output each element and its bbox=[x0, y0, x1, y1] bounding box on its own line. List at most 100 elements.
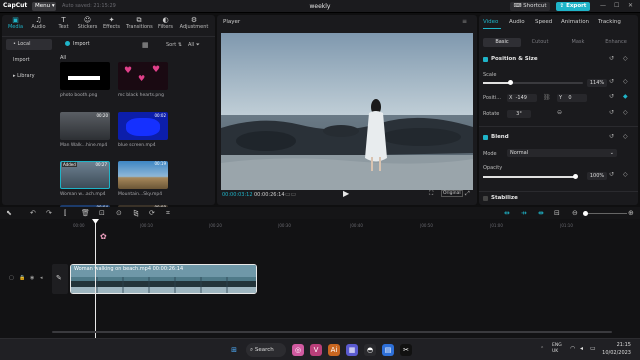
language-indicator[interactable]: ENG UK bbox=[552, 343, 566, 355]
capcut-taskbar-icon[interactable]: ✂ bbox=[400, 344, 412, 356]
fit-icon[interactable]: ⛶ bbox=[429, 190, 433, 198]
tab-transitions[interactable]: ⧉ Transitions bbox=[126, 16, 153, 30]
media-thumb-woman-walking[interactable]: Added 00:27 bbox=[60, 161, 110, 189]
mute-icon[interactable]: ◂ bbox=[40, 275, 43, 281]
tray-chevron-icon[interactable]: ⌃ bbox=[540, 346, 544, 352]
playhead[interactable] bbox=[95, 219, 96, 338]
app-icon-pink[interactable]: ◎ bbox=[292, 344, 304, 356]
keyframe-icon[interactable]: ◇ bbox=[623, 109, 628, 116]
split-icon[interactable]: ⫿ bbox=[64, 209, 66, 218]
playhead-handle[interactable] bbox=[92, 219, 99, 224]
original-ratio-button[interactable]: Original bbox=[441, 190, 463, 197]
magnet-icon[interactable]: ⇹ bbox=[504, 209, 510, 217]
menu-button[interactable]: Menu ▾ bbox=[32, 2, 56, 11]
battery-icon[interactable]: ▭ bbox=[590, 345, 596, 352]
delete-icon[interactable]: 🗑 bbox=[81, 209, 90, 217]
video-clip[interactable]: Woman walking on beach.mp4 00:00:26:14 bbox=[70, 264, 257, 294]
scale-slider-handle[interactable] bbox=[508, 80, 513, 85]
tab-audio-props[interactable]: Audio bbox=[509, 19, 525, 25]
clock-date[interactable]: 10/02/2023 bbox=[601, 350, 631, 356]
tab-filters[interactable]: ◐ Filters bbox=[154, 16, 177, 30]
sticker-marker-icon[interactable]: ✿ bbox=[100, 232, 107, 241]
export-button[interactable]: ⇪ Export bbox=[556, 2, 590, 11]
app-icon-v[interactable]: V bbox=[310, 344, 322, 356]
freeze-icon[interactable]: ⊡ bbox=[99, 209, 105, 217]
preview-axis-icon[interactable]: ⇼ bbox=[538, 209, 544, 217]
tab-tracking[interactable]: Tracking bbox=[598, 19, 621, 25]
subtab-enhance[interactable]: Enhance bbox=[597, 38, 635, 47]
close-icon[interactable]: ✕ bbox=[628, 2, 633, 9]
tab-video[interactable]: Video bbox=[483, 19, 498, 25]
taskbar-search[interactable]: ⌕ Search bbox=[246, 343, 286, 357]
crop-icon[interactable]: ⌗ bbox=[166, 209, 170, 218]
reverse-icon[interactable]: ⊙ bbox=[116, 209, 122, 217]
clock-time[interactable]: 21:15 bbox=[601, 342, 631, 348]
reset-icon[interactable]: ↺ bbox=[609, 109, 614, 116]
zoom-slider-handle[interactable] bbox=[583, 211, 588, 216]
sort-button[interactable]: Sort ⇅ bbox=[166, 42, 182, 48]
timeline-scrollbar[interactable] bbox=[52, 331, 612, 333]
subtab-basic[interactable]: Basic bbox=[483, 38, 521, 47]
keyframe-icon[interactable]: ◇ bbox=[623, 133, 628, 140]
link-clips-icon[interactable]: ⇸ bbox=[521, 209, 527, 217]
wifi-icon[interactable]: ◠ bbox=[570, 345, 575, 352]
lock-track-icon[interactable]: ▢ bbox=[9, 275, 14, 281]
shortcut-button[interactable]: ⌨ Shortcut bbox=[510, 2, 550, 11]
position-y-field[interactable]: Y 0 bbox=[557, 94, 587, 102]
volume-icon[interactable]: ◂ bbox=[580, 345, 583, 352]
tab-animation[interactable]: Animation bbox=[561, 19, 589, 25]
fullscreen-icon[interactable]: ⤢ bbox=[465, 190, 470, 198]
select-tool-icon[interactable]: ⬉ bbox=[6, 209, 12, 217]
media-thumb-blue-screen[interactable]: 00:02 bbox=[118, 112, 168, 140]
reset-icon[interactable]: ↺ bbox=[609, 133, 614, 140]
keyframe-icon[interactable]: ◇ bbox=[623, 78, 628, 85]
windows-start-icon[interactable]: ⊞ bbox=[228, 344, 240, 356]
tab-effects[interactable]: ✦ Effects bbox=[100, 16, 123, 30]
keyframe-icon[interactable]: ◇ bbox=[623, 171, 628, 178]
redo-icon[interactable]: ↷ bbox=[46, 209, 52, 217]
rotate-icon[interactable]: ⟳ bbox=[149, 209, 155, 217]
position-x-field[interactable]: X -149 bbox=[507, 94, 537, 102]
sidebar-item-library[interactable]: ▸ Library bbox=[6, 71, 52, 82]
app-icon-photo[interactable]: ▦ bbox=[346, 344, 358, 356]
zoom-slider-track[interactable] bbox=[583, 213, 627, 214]
rotate-field[interactable]: 3° bbox=[507, 110, 531, 118]
opacity-slider-handle[interactable] bbox=[573, 174, 578, 179]
tab-media[interactable]: ▣ Media bbox=[4, 16, 27, 30]
video-preview[interactable] bbox=[221, 33, 473, 190]
reset-icon[interactable]: ↺ bbox=[609, 171, 614, 178]
tab-adjustment[interactable]: ⚙ Adjustment bbox=[178, 16, 210, 30]
app-icon-dark[interactable]: ◓ bbox=[364, 344, 376, 356]
tab-speed[interactable]: Speed bbox=[535, 19, 552, 25]
more-icon[interactable]: ≡ bbox=[462, 18, 467, 25]
section-checkbox[interactable] bbox=[483, 57, 488, 62]
media-thumb-black-hearts[interactable]: ♥ ♥ ♥ bbox=[118, 62, 168, 90]
stabilize-checkbox[interactable] bbox=[483, 196, 488, 201]
maximize-icon[interactable]: ☐ bbox=[614, 2, 619, 9]
reset-icon[interactable]: ↺ bbox=[609, 78, 614, 85]
timeline-view-icon[interactable]: ▭▭ bbox=[285, 191, 296, 198]
sidebar-item-local[interactable]: • Local bbox=[6, 39, 52, 50]
subtab-cutout[interactable]: Cutout bbox=[521, 38, 559, 47]
reset-icon[interactable]: ↺ bbox=[609, 93, 614, 100]
mirror-icon[interactable]: ⧎ bbox=[133, 209, 139, 217]
tab-audio[interactable]: ♫ Audio bbox=[27, 16, 50, 30]
media-thumb-photo-booth[interactable] bbox=[60, 62, 110, 90]
undo-icon[interactable]: ↶ bbox=[30, 209, 36, 217]
project-title[interactable]: weekly bbox=[280, 3, 360, 10]
reset-icon[interactable]: ↺ bbox=[609, 55, 614, 62]
tab-text[interactable]: T Text bbox=[52, 16, 75, 30]
blend-checkbox[interactable] bbox=[483, 135, 488, 140]
split-screen-icon[interactable]: ⊟ bbox=[554, 209, 560, 217]
grid-view-icon[interactable]: ▦ bbox=[142, 41, 149, 49]
filter-button[interactable]: All ⏷ bbox=[188, 42, 200, 48]
blend-mode-select[interactable]: Normal ⌄ bbox=[507, 149, 617, 157]
zoom-in-icon[interactable]: ⊕ bbox=[628, 209, 634, 217]
lock-icon[interactable]: 🔒 bbox=[19, 275, 25, 281]
subtab-mask[interactable]: Mask bbox=[559, 38, 597, 47]
media-thumb-mountain-sky[interactable]: 00:19 bbox=[118, 161, 168, 189]
zoom-out-icon[interactable]: ⊖ bbox=[572, 209, 578, 217]
opacity-value[interactable]: 100% bbox=[587, 172, 607, 180]
keyframe-active-icon[interactable]: ◆ bbox=[623, 93, 628, 100]
app-icon-illustrator[interactable]: Ai bbox=[328, 344, 340, 356]
